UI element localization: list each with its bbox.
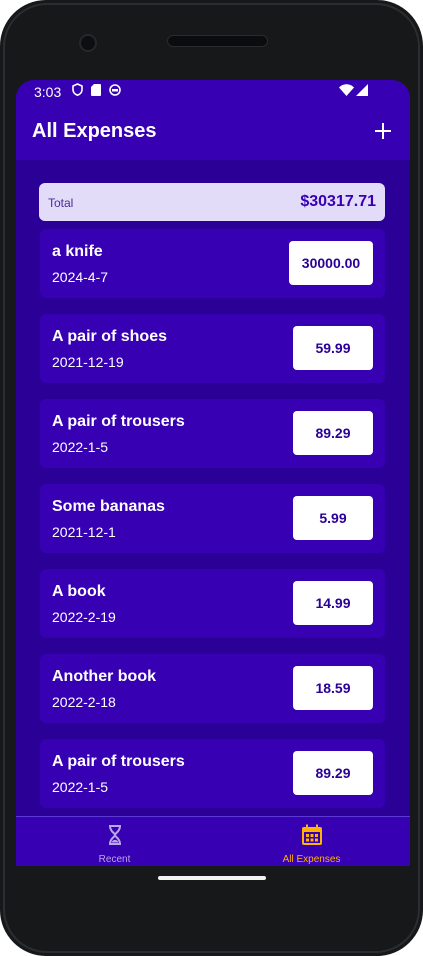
app-screen: 3:03 All Expenses Total $30317.71 a knif… [16,80,410,866]
nav-item-recent[interactable]: Recent [16,817,213,866]
expense-title: a knife [52,243,103,260]
expense-amount: 14.99 [293,581,373,625]
status-bar: 3:03 [16,80,410,104]
nav-label-all-expenses: All Expenses [282,854,341,865]
status-icons-right [339,84,368,96]
total-card: Total $30317.71 [39,183,385,221]
calendar-icon [301,824,322,845]
expense-title: A pair of trousers [52,413,185,430]
expense-date: 2024-4-7 [52,269,109,285]
expense-date: 2021-12-19 [52,354,124,370]
status-icons-left [72,83,121,96]
expense-date: 2022-2-18 [52,694,116,710]
app-bar: All Expenses [16,104,410,160]
add-expense-button[interactable] [370,118,396,144]
list-item[interactable]: A pair of trousers 2022-1-5 89.29 [40,399,385,468]
list-item[interactable]: Some bananas 2021-12-1 5.99 [40,484,385,553]
expense-title: Some bananas [52,498,165,515]
bottom-navigation: Recent All Expenses [16,816,410,866]
home-indicator[interactable] [158,876,266,880]
phone-frame: 3:03 All Expenses Total $30317.71 a knif… [0,0,423,956]
list-item[interactable]: Another book 2022-2-18 18.59 [40,654,385,723]
expense-date: 2022-2-19 [52,609,116,625]
list-item[interactable]: a knife 2024-4-7 30000.00 [40,229,385,298]
expenses-list[interactable]: Total $30317.71 a knife 2024-4-7 30000.0… [16,160,410,816]
list-item[interactable]: A pair of shoes 2021-12-19 59.99 [40,314,385,383]
expense-title: Another book [52,668,156,685]
sync-icon [109,83,121,96]
expense-amount: 5.99 [293,496,373,540]
expense-date: 2021-12-1 [52,524,116,540]
shield-icon [72,83,83,96]
expense-date: 2022-1-5 [52,439,109,455]
speaker-grille [167,35,268,47]
plus-icon [375,123,391,139]
camera-icon [79,34,97,52]
expense-amount: 89.29 [293,751,373,795]
total-label: Total [48,196,74,210]
expense-title: A pair of shoes [52,328,167,345]
total-amount: $30317.71 [300,193,376,210]
expense-amount: 89.29 [293,411,373,455]
expense-amount: 30000.00 [289,241,373,285]
expense-amount: 18.59 [293,666,373,710]
page-title: All Expenses [32,120,157,142]
expense-date: 2022-1-5 [52,779,109,795]
nav-label-recent: Recent [98,854,131,865]
sd-card-icon [91,83,101,96]
expense-amount: 59.99 [293,326,373,370]
expense-title: A pair of trousers [52,753,185,770]
expense-title: A book [52,583,106,600]
status-time: 3:03 [34,84,62,100]
list-item[interactable]: A pair of trousers 2022-1-5 89.29 [40,739,385,808]
wifi-icon [339,84,354,96]
nav-item-all-expenses[interactable]: All Expenses [213,817,410,866]
signal-icon [356,84,368,96]
list-item[interactable]: A book 2022-2-19 14.99 [40,569,385,638]
hourglass-icon [108,825,121,845]
